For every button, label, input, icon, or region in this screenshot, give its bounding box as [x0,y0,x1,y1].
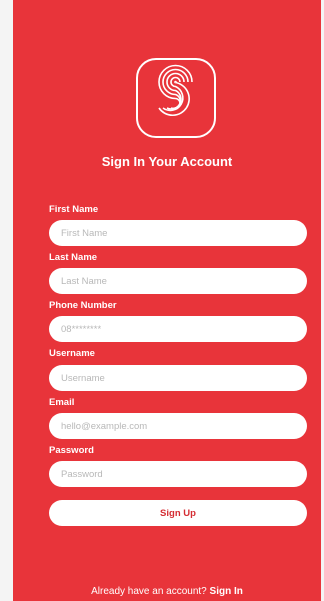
email-input[interactable] [49,413,307,439]
signup-screen: Sign In Your Account First Name Last Nam… [13,0,321,601]
stylized-s-logo-icon [158,64,193,117]
sign-in-link[interactable]: Sign In [210,586,243,597]
password-label: Password [49,445,94,456]
username-label: Username [49,348,95,359]
first-name-label: First Name [49,204,99,215]
first-name-input[interactable] [49,220,307,246]
password-input[interactable] [49,461,307,487]
sign-in-prompt: Already have an account? Sign In [13,586,321,597]
username-input[interactable] [49,365,307,391]
phone-number-label: Phone Number [49,300,117,311]
sign-up-button[interactable]: Sign Up [49,500,307,526]
last-name-input[interactable] [49,268,307,294]
app-logo [136,58,216,138]
page-title: Sign In Your Account [101,154,233,169]
email-label: Email [49,397,75,408]
phone-number-input[interactable] [49,316,307,342]
sign-in-prompt-text: Already have an account? [91,586,207,597]
last-name-label: Last Name [49,252,98,263]
